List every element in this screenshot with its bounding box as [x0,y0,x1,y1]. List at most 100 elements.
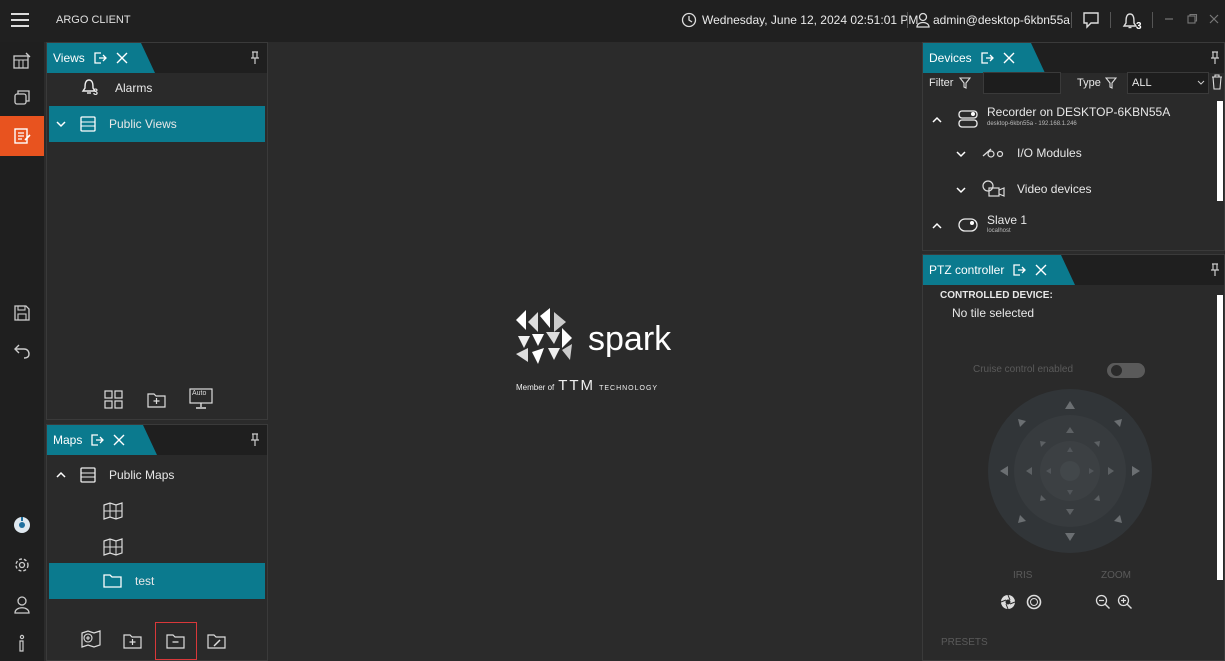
close-icon[interactable] [1034,263,1048,277]
tab-views[interactable]: Views [47,43,155,73]
maps-tab-label: Maps [53,433,83,447]
gears-icon [15,558,29,572]
info-icon [19,634,25,652]
maps-panel: Maps Public Maps test [46,424,268,661]
alarm-badge: 3 [93,87,99,97]
filter-input[interactable] [983,72,1061,94]
rail-users-button[interactable] [0,588,44,622]
chevron-up-icon[interactable] [931,115,943,125]
ptz-joystick[interactable] [988,389,1152,553]
controlled-device-label: CONTROLLED DEVICE: [940,290,1053,301]
tree-item-recorder[interactable]: Recorder on DESKTOP-6KBN55A desktop-6kbn… [929,105,1213,135]
devices-tab-label: Devices [929,51,972,65]
edit-folder-icon[interactable] [207,632,227,650]
pin-icon[interactable] [249,51,261,65]
list-item-public-views[interactable]: Public Views [49,106,265,142]
tree-item-sublabel: localhost [987,228,1011,234]
clock-icon [681,12,697,28]
list-item-public-maps[interactable]: Public Maps [49,457,265,493]
type-select[interactable]: ALL [1127,72,1209,94]
devices-scrollbar[interactable] [1217,101,1223,201]
tab-ptz-controller[interactable]: PTZ controller [923,255,1075,285]
map-icon [103,538,123,556]
folder-icon [103,573,123,589]
chevron-down-icon[interactable] [55,118,67,130]
remove-folder-button[interactable] [155,622,197,660]
list-item-test[interactable]: test [49,563,265,599]
pin-icon[interactable] [1209,51,1221,65]
chevron-up-icon[interactable] [55,469,67,481]
separator [1110,12,1111,28]
bell-icon: 3 [81,78,99,98]
tab-maps[interactable]: Maps [47,425,157,455]
views-tab-label: Views [53,51,85,65]
spark-logo-icon [514,308,576,370]
rail-info-button[interactable] [0,626,44,660]
alarm-count-badge: 3 [1136,21,1142,32]
minimize-icon[interactable] [1163,13,1175,25]
title-bar: ARGO CLIENT Wednesday, June 12, 2024 02:… [0,0,1225,42]
cruise-control-label: Cruise control enabled [973,364,1074,375]
ptz-scrollbar[interactable] [1217,295,1223,580]
auto-view-icon[interactable]: Auto [189,388,213,410]
left-rail [0,42,44,661]
recorder-icon [957,216,979,234]
undock-icon[interactable] [980,51,994,65]
close-icon[interactable] [115,51,129,65]
remove-folder-icon [166,632,186,650]
pin-icon[interactable] [249,433,261,447]
devices-tabbar: Devices [923,43,1224,73]
tree-item-sublabel: desktop-6kbn55a - 192.168.1.246 [987,121,1077,127]
add-map-icon[interactable] [81,630,105,650]
list-item-label: Public Maps [109,468,175,482]
chevron-down-icon [1197,80,1205,86]
iris-close-icon[interactable] [1000,594,1016,610]
list-item-map[interactable] [49,493,265,529]
undock-icon[interactable] [90,433,104,447]
chevron-down-icon[interactable] [955,149,967,159]
controlled-device-value: No tile selected [952,306,1035,320]
rail-settings-active-button[interactable] [0,508,44,542]
user-name[interactable]: admin@desktop-6kbn55a [933,13,1070,27]
tree-item-video-devices[interactable]: Video devices [953,177,1203,203]
tab-devices[interactable]: Devices [923,43,1045,73]
user-icon [915,12,931,28]
chevron-up-icon[interactable] [931,221,943,231]
rail-views-button[interactable] [0,116,44,156]
hamburger-menu-icon[interactable] [11,12,31,28]
list-item-map[interactable] [49,529,265,565]
restore-icon[interactable] [1186,13,1198,25]
rail-windows-button[interactable] [0,80,44,114]
zoom-out-icon[interactable] [1095,594,1111,610]
undock-icon[interactable] [93,51,107,65]
tree-item-label: I/O Modules [1017,146,1082,160]
iris-open-icon[interactable] [1026,594,1042,610]
close-icon[interactable] [1002,51,1016,65]
close-icon[interactable] [112,433,126,447]
chevron-down-icon[interactable] [955,185,967,195]
video-canvas[interactable]: spark Member of TTM TECHNOLOGY [270,42,922,661]
type-label: Type [1077,77,1101,89]
app-title: ARGO CLIENT [56,14,131,26]
tree-item-slave[interactable]: Slave 1 localhost [929,211,1213,241]
tree-item-label: Recorder on DESKTOP-6KBN55A [987,105,1171,119]
rail-dashboard-button[interactable] [0,44,44,78]
rail-undo-button[interactable] [0,334,44,368]
type-select-value: ALL [1132,77,1152,89]
undock-icon[interactable] [1012,263,1026,277]
zoom-in-icon[interactable] [1117,594,1133,610]
list-item-label: test [135,574,155,588]
rail-save-button[interactable] [0,296,44,330]
tree-item-io-modules[interactable]: I/O Modules [953,141,1203,167]
pin-icon[interactable] [1209,263,1221,277]
add-folder-icon[interactable] [147,391,167,409]
add-folder-icon[interactable] [123,632,143,650]
tagline: Member of TTM TECHNOLOGY [516,377,658,394]
chat-icon[interactable] [1082,11,1100,29]
list-item-alarms[interactable]: 3 Alarms [49,70,265,106]
cruise-control-toggle[interactable] [1107,363,1145,378]
rail-system-settings-button[interactable] [0,548,44,582]
close-window-icon[interactable] [1208,13,1220,25]
trash-icon[interactable] [1211,74,1223,90]
add-layout-icon[interactable] [103,389,125,411]
